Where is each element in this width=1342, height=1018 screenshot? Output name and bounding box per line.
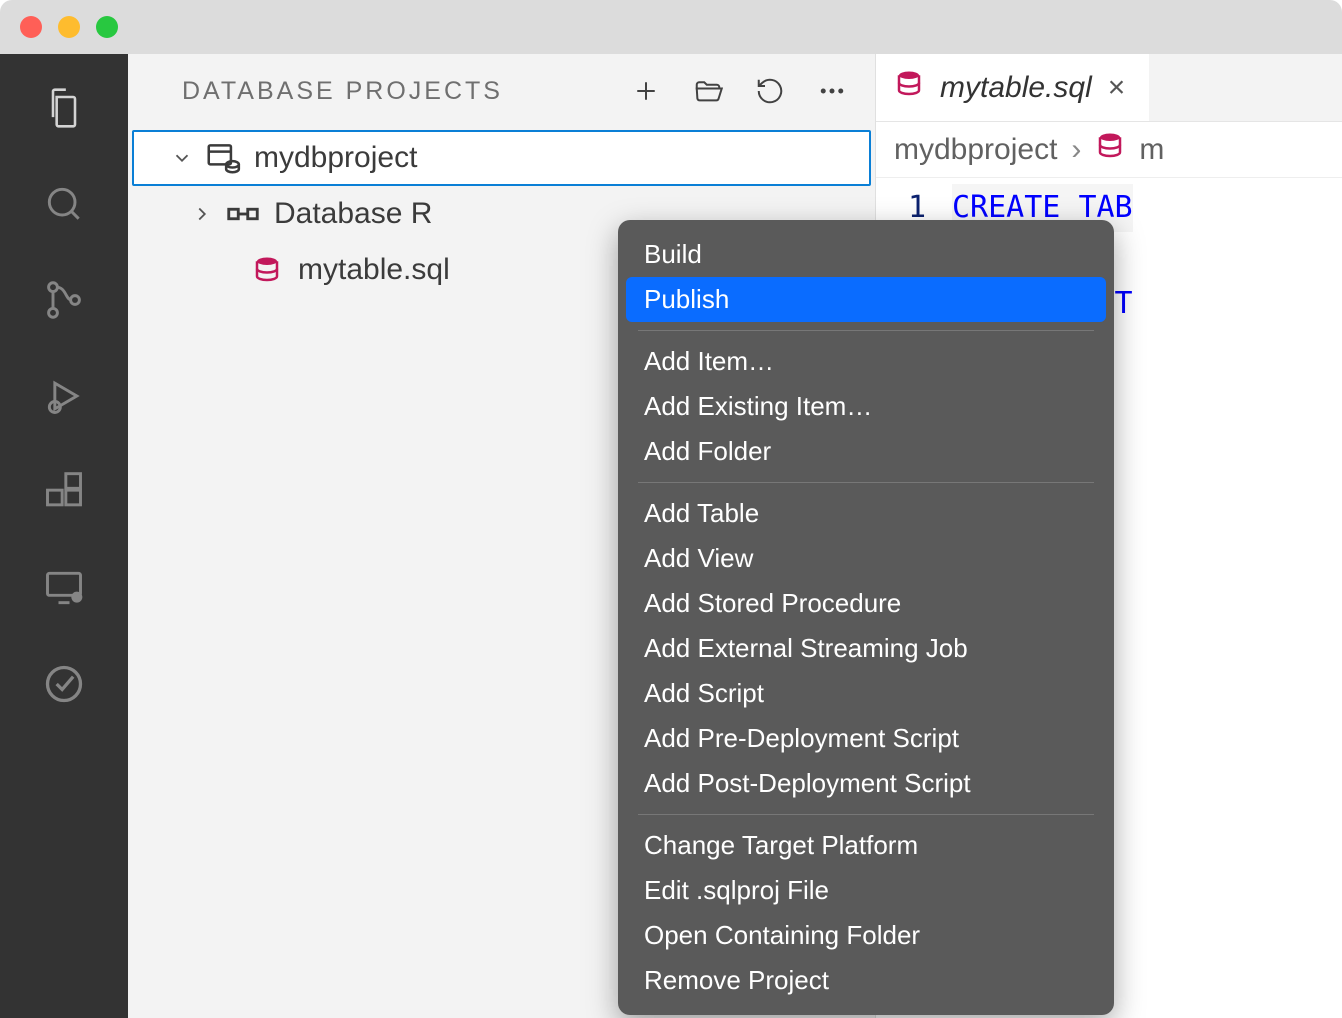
menu-item-add-item[interactable]: Add Item…: [626, 339, 1106, 384]
new-project-icon[interactable]: [629, 74, 663, 108]
menu-item-add-existing-item[interactable]: Add Existing Item…: [626, 384, 1106, 429]
breadcrumb-file[interactable]: m: [1139, 133, 1164, 167]
file-label: mytable.sql: [298, 253, 450, 287]
remote-explorer-icon[interactable]: [40, 564, 88, 612]
references-icon: [222, 195, 264, 233]
menu-separator: [638, 814, 1094, 815]
task-icon[interactable]: [40, 660, 88, 708]
menu-item-edit-sqlproj[interactable]: Edit .sqlproj File: [626, 868, 1106, 913]
folder-label: Database R: [274, 197, 432, 231]
menu-item-publish[interactable]: Publish: [626, 277, 1106, 322]
database-icon: [1095, 131, 1125, 169]
run-debug-icon[interactable]: [40, 372, 88, 420]
tree-item-project[interactable]: mydbproject: [132, 130, 871, 186]
chevron-right-icon[interactable]: [190, 203, 214, 225]
open-folder-icon[interactable]: [691, 74, 725, 108]
breadcrumb[interactable]: mydbproject › m: [876, 122, 1342, 178]
chevron-down-icon[interactable]: [170, 147, 194, 169]
menu-item-build[interactable]: Build: [626, 232, 1106, 277]
menu-separator: [638, 482, 1094, 483]
context-menu: Build Publish Add Item… Add Existing Ite…: [618, 220, 1114, 1015]
menu-separator: [638, 330, 1094, 331]
more-actions-icon[interactable]: [815, 74, 849, 108]
activity-bar: [0, 54, 128, 1018]
menu-item-add-streaming-job[interactable]: Add External Streaming Job: [626, 626, 1106, 671]
source-control-icon[interactable]: [40, 276, 88, 324]
editor-tabbar: mytable.sql ×: [876, 54, 1342, 122]
tab-label: mytable.sql: [940, 71, 1092, 105]
database-icon: [246, 255, 288, 285]
window-close-button[interactable]: [20, 16, 42, 38]
database-icon: [894, 69, 924, 107]
extensions-icon[interactable]: [40, 468, 88, 516]
editor-tab[interactable]: mytable.sql ×: [876, 54, 1149, 121]
titlebar: [0, 0, 1342, 54]
menu-item-add-pre-deployment[interactable]: Add Pre-Deployment Script: [626, 716, 1106, 761]
menu-item-open-containing-folder[interactable]: Open Containing Folder: [626, 913, 1106, 958]
window-minimize-button[interactable]: [58, 16, 80, 38]
chevron-right-icon: ›: [1071, 133, 1081, 167]
explorer-icon[interactable]: [40, 84, 88, 132]
refresh-icon[interactable]: [753, 74, 787, 108]
database-project-icon: [202, 139, 244, 177]
search-icon[interactable]: [40, 180, 88, 228]
menu-item-add-folder[interactable]: Add Folder: [626, 429, 1106, 474]
close-icon[interactable]: ×: [1108, 71, 1126, 105]
menu-item-add-script[interactable]: Add Script: [626, 671, 1106, 716]
window-zoom-button[interactable]: [96, 16, 118, 38]
menu-item-add-post-deployment[interactable]: Add Post-Deployment Script: [626, 761, 1106, 806]
menu-item-add-table[interactable]: Add Table: [626, 491, 1106, 536]
project-label: mydbproject: [254, 141, 417, 175]
sidebar-title: DATABASE PROJECTS: [182, 77, 503, 106]
menu-item-add-stored-procedure[interactable]: Add Stored Procedure: [626, 581, 1106, 626]
breadcrumb-root[interactable]: mydbproject: [894, 133, 1057, 167]
menu-item-add-view[interactable]: Add View: [626, 536, 1106, 581]
menu-item-change-target-platform[interactable]: Change Target Platform: [626, 823, 1106, 868]
menu-item-remove-project[interactable]: Remove Project: [626, 958, 1106, 1003]
